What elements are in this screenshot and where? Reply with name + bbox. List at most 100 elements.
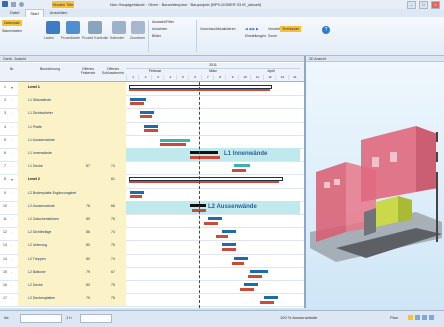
view-icon[interactable] [415, 315, 420, 320]
process-control-icon[interactable] [88, 21, 102, 34]
plan-bar[interactable] [244, 283, 258, 286]
tab-ansichten[interactable]: Ansichten [46, 9, 72, 17]
load-icon[interactable] [46, 21, 60, 34]
actual-bar[interactable] [240, 288, 254, 291]
table-row[interactable]: 4 · L1 Platte [0, 121, 304, 136]
row-expander-icon[interactable]: · [11, 283, 16, 288]
row-name[interactable]: L1 Platte [28, 125, 76, 129]
row-name[interactable]: L2 Dichtbeläge [28, 230, 76, 234]
row-name[interactable]: L1 Decke [28, 164, 76, 168]
actual-bar[interactable] [130, 194, 142, 198]
row-name[interactable]: L2 Unterzug [28, 243, 76, 247]
row-name[interactable]: L1 Aussenwände [28, 138, 76, 142]
actual-bar[interactable] [260, 301, 274, 305]
actual-bar[interactable] [248, 274, 262, 278]
table-row[interactable]: 14 · L2 Treppen 80 74 [0, 253, 304, 268]
plan-bar[interactable] [140, 111, 154, 115]
row-expander-icon[interactable]: · [11, 270, 16, 275]
table-row[interactable]: 6 · L1 Innenwände L1 Innenwände [0, 148, 304, 163]
assign-icon[interactable] [131, 21, 145, 34]
row-name[interactable]: L2 Deckenplatten [28, 296, 76, 300]
status-plan[interactable]: Plan [390, 315, 398, 320]
plan-bar[interactable] [144, 124, 158, 128]
views-button[interactable]: Ansichten [152, 26, 167, 32]
undo-icon[interactable] [19, 2, 24, 7]
table-row[interactable]: 11 · L2 Zwischenstützen 89 76 [0, 214, 304, 229]
row-expander-icon[interactable]: · [11, 138, 16, 143]
row-expander-icon[interactable]: · [11, 125, 16, 130]
tab-start[interactable]: Start [25, 9, 44, 17]
plan-bar[interactable] [190, 203, 206, 207]
plan-bar[interactable] [250, 269, 268, 273]
save-icon[interactable] [11, 2, 16, 7]
zoom-button[interactable]: Zoom [268, 33, 277, 39]
masterdata-dropdown[interactable]: Stammdaten [2, 28, 22, 34]
row-expander-icon[interactable]: · [11, 257, 16, 262]
view-icon[interactable] [408, 315, 413, 320]
plan-bar[interactable] [130, 98, 146, 102]
process-card-icon[interactable] [66, 21, 80, 34]
actual-bar[interactable] [160, 142, 186, 146]
actual-bar[interactable] [232, 261, 244, 265]
filter-button[interactable]: Auswahl/Filter [152, 19, 174, 25]
calendar-icon[interactable] [112, 21, 126, 34]
actual-bar[interactable] [144, 128, 158, 132]
col-head-offen-schluss[interactable]: Offenes Schlusstermin [101, 67, 125, 75]
row-expander-icon[interactable]: ▾ [11, 85, 16, 90]
col-head-nr[interactable]: Nr. [2, 67, 22, 71]
actual-bar[interactable] [190, 156, 220, 159]
row-expander-icon[interactable]: · [11, 243, 16, 248]
plan-bar[interactable] [234, 256, 248, 260]
actual-bar[interactable] [216, 235, 228, 239]
table-row[interactable]: 16 · L2 Decke 80 75 [0, 280, 304, 295]
actual-bar[interactable] [140, 115, 152, 119]
table-row[interactable]: 5 · L1 Aussenwände [0, 134, 304, 149]
row-name[interactable]: L2 Decke [28, 283, 76, 287]
refresh-button[interactable]: Vorschau/Aktualisieren [200, 26, 236, 32]
row-name[interactable]: L2 Aussenwände [28, 204, 76, 208]
table-row[interactable]: 15 · L2 Balkone 79 67 [0, 266, 304, 281]
status-ist-field[interactable] [20, 314, 62, 323]
row-name[interactable]: L2 Treppen [28, 257, 76, 261]
row-expander-icon[interactable]: · [11, 151, 16, 156]
plan-bar[interactable] [264, 296, 278, 300]
actual-bar[interactable] [204, 222, 218, 225]
row-name[interactable]: L2 Zwischenstützen [28, 217, 76, 221]
building-3d-model[interactable] [306, 62, 444, 308]
table-row[interactable]: 2 · L1 Stützwände [0, 95, 304, 110]
status-zoom-field[interactable] [80, 314, 112, 323]
row-name[interactable]: Level 1 [28, 85, 76, 89]
row-name[interactable]: L1 Stützwände [28, 98, 76, 102]
row-name[interactable]: Level 2 [28, 177, 76, 181]
row-expander-icon[interactable]: ▾ [11, 177, 16, 182]
table-row[interactable]: 17 · L2 Deckenplatten 79 75 [0, 293, 304, 308]
navigation-arrows[interactable]: ◀ ◀ ▶ ▶ [245, 26, 259, 32]
row-expander-icon[interactable]: · [11, 111, 16, 116]
status-zoom[interactable]: 1 h [66, 315, 72, 320]
table-row[interactable]: 1 ▾ Level 1 [0, 82, 304, 97]
help-icon[interactable]: ? [322, 26, 330, 34]
table-row[interactable]: 9 · L2 Bodenplatte-Ergänzungsbeton [0, 187, 304, 202]
actual-bar[interactable] [232, 169, 246, 173]
status-view-icons[interactable] [408, 315, 438, 320]
table-row[interactable]: 10 · L2 Aussenwände 76 66 L2 Aussenwände [0, 200, 304, 215]
minimize-button[interactable]: – [407, 1, 416, 9]
close-button[interactable]: × [431, 1, 440, 9]
row-name[interactable]: L2 Bodenplatte-Ergänzungsbeton [28, 191, 76, 195]
row-expander-icon[interactable]: · [11, 191, 16, 196]
row-expander-icon[interactable]: · [11, 98, 16, 103]
table-row[interactable]: 12 · L2 Dichtbeläge 86 74 [0, 227, 304, 242]
actual-bar[interactable] [129, 181, 279, 184]
tab-datei[interactable]: Datei [6, 9, 23, 17]
row-expander-icon[interactable]: · [11, 217, 16, 222]
images-button[interactable]: Bilder [152, 33, 161, 39]
view-icon[interactable] [422, 315, 427, 320]
actual-bar[interactable] [222, 248, 236, 252]
plan-bar[interactable] [190, 151, 218, 154]
table-row[interactable]: 8 ▾ Level 2 81 [0, 174, 304, 189]
actual-bar[interactable] [130, 102, 144, 106]
plan-bar[interactable] [234, 164, 250, 168]
plan-bar[interactable] [208, 217, 222, 220]
plan-bar[interactable] [222, 243, 236, 247]
row-name[interactable]: L1 Dichtschleier [28, 111, 76, 115]
